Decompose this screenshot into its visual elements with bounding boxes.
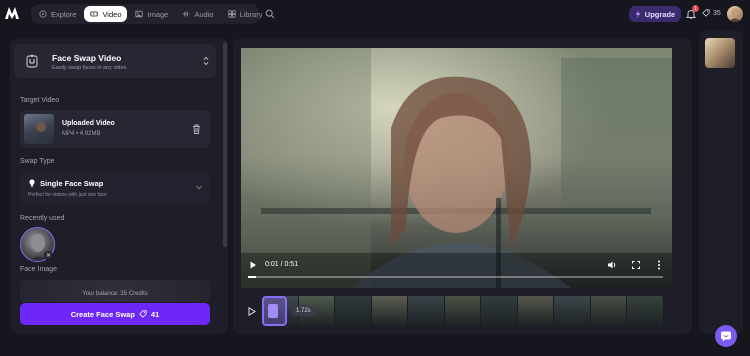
panel-scrollbar[interactable] — [223, 42, 227, 247]
timeline-frame[interactable] — [408, 296, 445, 326]
swap-type-title: Single Face Swap — [40, 179, 104, 188]
chevron-down-icon — [196, 185, 202, 190]
app-logo-icon[interactable] — [4, 5, 20, 21]
more-options-icon[interactable] — [657, 260, 661, 270]
volume-icon[interactable] — [607, 260, 617, 270]
tab-image-label: Image — [147, 9, 169, 19]
mode-title: Face Swap Video — [52, 53, 122, 63]
tab-audio-label: Audio — [194, 9, 214, 19]
search-icon[interactable] — [265, 9, 275, 19]
timeline-duration-chip: 1.72s — [292, 306, 315, 316]
credits-value: 35 — [713, 9, 721, 17]
playback-progress-fill — [248, 276, 257, 278]
video-thumbnail — [24, 114, 54, 144]
history-thumbnail[interactable] — [705, 38, 735, 68]
fullscreen-icon[interactable] — [632, 261, 640, 269]
timeline-frame[interactable] — [481, 296, 518, 326]
tab-audio[interactable]: Audio — [176, 6, 219, 22]
timeline-frame[interactable] — [554, 296, 591, 326]
timeline-strip[interactable] — [262, 296, 664, 326]
timeline-play-icon[interactable] — [248, 307, 256, 316]
timeline-frame[interactable] — [517, 296, 555, 326]
thumbnail-figure — [33, 122, 50, 144]
main-nav: Explore Video Image Audio Library — [31, 4, 262, 24]
tab-library[interactable]: Library — [222, 6, 269, 22]
user-icon — [29, 179, 35, 188]
timeline-frame[interactable] — [371, 296, 409, 326]
timeline-handle-grip[interactable] — [268, 304, 278, 318]
mode-subtitle: Easily swap faces in any video — [52, 65, 127, 71]
timeline-frame[interactable] — [590, 296, 628, 326]
video-frame — [241, 48, 672, 288]
upgrade-button[interactable]: Upgrade — [629, 6, 681, 22]
swap-type-selector[interactable]: Single Face Swap Perfect for videos with… — [20, 172, 210, 204]
video-player[interactable] — [241, 48, 672, 288]
bolt-icon — [635, 10, 641, 18]
face-swap-icon — [26, 54, 38, 68]
create-label: Create Face Swap — [70, 309, 135, 319]
play-icon[interactable] — [249, 261, 257, 269]
swap-type-label: Swap Type — [20, 158, 55, 165]
trash-icon[interactable] — [192, 124, 201, 134]
chevron-updown-icon — [203, 56, 209, 66]
upgrade-label: Upgrade — [644, 9, 676, 19]
user-avatar[interactable] — [727, 6, 743, 22]
audio-icon — [183, 11, 190, 17]
create-face-swap-button[interactable]: Create Face Swap 41 — [20, 303, 210, 325]
library-icon — [227, 10, 236, 18]
remove-face-button[interactable]: ✕ — [44, 251, 53, 260]
face-image-label: Face Image — [20, 266, 57, 273]
timeline-frame[interactable] — [627, 296, 664, 326]
recently-used-label: Recently used — [20, 215, 65, 222]
credits-counter[interactable]: 35 — [702, 9, 721, 17]
create-cost: 41 — [150, 309, 160, 319]
video-icon — [90, 11, 99, 17]
tab-explore[interactable]: Explore — [33, 6, 82, 22]
tag-icon — [139, 310, 147, 318]
notification-badge: 1 — [692, 5, 699, 12]
mode-selector[interactable]: Face Swap Video Easily swap faces in any… — [14, 44, 216, 78]
timeline-frame[interactable] — [335, 296, 372, 326]
uploaded-video-card[interactable]: Uploaded Video MP4 • 4.92MB — [20, 110, 210, 148]
chat-icon — [721, 331, 731, 342]
tab-library-label: Library — [239, 9, 263, 19]
timeline-frame[interactable] — [444, 296, 482, 326]
avatar-image — [729, 8, 741, 22]
compass-icon — [39, 10, 47, 18]
playback-progress[interactable] — [248, 276, 663, 278]
swap-type-subtitle: Perfect for videos with just one face — [28, 192, 107, 198]
image-icon — [135, 10, 144, 18]
tag-icon — [702, 9, 710, 17]
balance-text: Your balance: 35 Credits — [82, 291, 148, 297]
target-video-label: Target Video — [20, 97, 60, 104]
tab-image[interactable]: Image — [129, 6, 174, 22]
playback-time: 0:01 / 0:51 — [265, 261, 299, 268]
video-name: Uploaded Video — [62, 120, 115, 127]
video-meta: MP4 • 4.92MB — [62, 131, 101, 137]
history-panel — [699, 30, 743, 334]
tab-video-label: Video — [102, 9, 122, 19]
tab-video[interactable]: Video — [84, 6, 128, 22]
chat-support-button[interactable] — [715, 325, 737, 347]
tab-explore-label: Explore — [51, 9, 77, 19]
